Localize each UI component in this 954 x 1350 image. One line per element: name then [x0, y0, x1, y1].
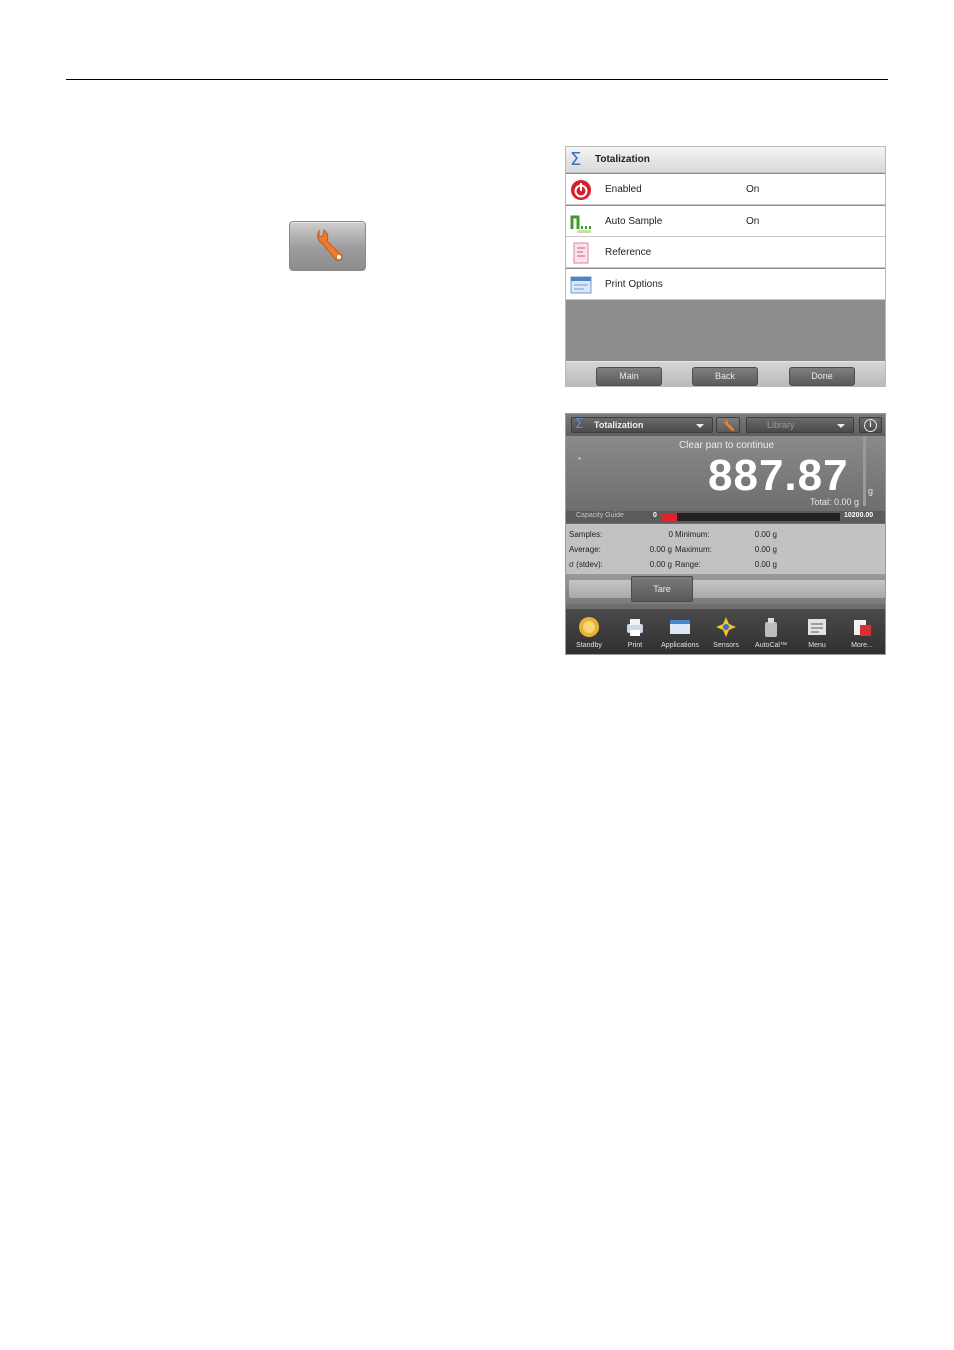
weight-display: Clear pan to continue * 887.87 g Total: …	[566, 436, 885, 510]
chevron-down-icon	[837, 424, 845, 428]
more-icon	[854, 620, 871, 636]
setting-row-reference[interactable]: Reference	[566, 237, 885, 268]
statistics-panel: Samples: 0 Average: 0.00 g σ (stdev): 0.…	[566, 524, 885, 574]
display-divider	[863, 436, 866, 506]
stdev-label: σ (stdev):	[569, 560, 603, 569]
totalization-home-screen: Σ Totalization Library i Clear pan to co…	[565, 413, 886, 655]
nav-menu[interactable]: Menu	[794, 609, 840, 654]
nav-applications[interactable]: Applications	[657, 609, 703, 654]
nav-label: AutoCal™	[755, 642, 787, 649]
info-button[interactable]: i	[859, 417, 882, 433]
nav-label: More...	[851, 642, 873, 649]
settings-title: Totalization	[595, 154, 650, 165]
menu-icon	[808, 619, 826, 635]
weight-reading: 887.87	[708, 451, 849, 500]
sigma-icon: Σ	[570, 149, 582, 170]
nav-print[interactable]: Print	[612, 609, 658, 654]
nav-more[interactable]: More...	[839, 609, 885, 654]
setting-label: Auto Sample	[605, 216, 663, 227]
maximum-label: Maximum:	[675, 545, 712, 554]
nav-label: Sensors	[713, 642, 739, 649]
nav-label: Standby	[576, 642, 602, 649]
samples-value: 0	[668, 530, 673, 539]
library-dropdown[interactable]: Library	[746, 417, 854, 433]
sensors-icon	[716, 617, 736, 637]
library-label: Library	[767, 420, 795, 430]
bottom-nav: Standby Print Applications Sensors AutoC…	[566, 609, 885, 654]
setting-row-auto-sample[interactable]: Auto Sample On	[566, 206, 885, 237]
back-button[interactable]: Back	[692, 367, 758, 386]
info-icon: i	[864, 419, 877, 432]
nav-label: Print	[627, 642, 643, 649]
capacity-guide: Capacity Guide 0 10200.00	[566, 511, 885, 523]
capacity-max: 10200.00	[844, 512, 874, 519]
app-settings-button[interactable]	[716, 417, 740, 433]
weight-unit: g	[868, 486, 874, 496]
stdev-value: 0.00 g	[649, 560, 672, 569]
wrench-icon	[317, 229, 343, 262]
average-value: 0.00 g	[649, 545, 672, 554]
done-button[interactable]: Done	[789, 367, 855, 386]
capacity-track	[662, 513, 840, 521]
reference-icon	[573, 242, 589, 264]
setting-value: On	[746, 216, 760, 227]
action-strip	[569, 580, 885, 598]
totalization-settings-screen: Σ Totalization Enabled On Auto Sample On…	[565, 146, 886, 387]
setting-row-print-options[interactable]: Print Options	[566, 269, 885, 300]
capacity-fill	[662, 513, 678, 521]
settings-title-bar: Σ Totalization	[566, 147, 885, 173]
capacity-min: 0	[653, 512, 657, 519]
total-readout: Total: 0.00 g	[809, 497, 859, 507]
settings-button-bar: Main Back Done	[566, 361, 885, 386]
application-dropdown[interactable]: Σ Totalization	[571, 417, 713, 433]
samples-label: Samples:	[569, 530, 603, 539]
setting-label: Print Options	[605, 279, 663, 290]
nav-sensors[interactable]: Sensors	[703, 609, 749, 654]
status-message: Clear pan to continue	[678, 440, 775, 451]
main-button[interactable]: Main	[596, 367, 662, 386]
range-label: Range:	[675, 560, 701, 569]
minimum-value: 0.00 g	[754, 530, 777, 539]
wrench-icon	[723, 419, 735, 432]
printer-icon	[627, 619, 643, 636]
stability-indicator: *	[578, 456, 582, 465]
chevron-down-icon	[696, 424, 704, 428]
auto-sample-icon	[570, 215, 591, 233]
setup-wrench-button[interactable]	[289, 221, 366, 271]
setting-value: On	[746, 184, 760, 195]
setting-row-enabled[interactable]: Enabled On	[566, 174, 885, 205]
print-options-icon	[570, 276, 592, 294]
nav-label: Applications	[661, 642, 699, 649]
standby-icon	[579, 617, 599, 637]
nav-label: Menu	[808, 642, 826, 649]
setting-label: Reference	[605, 247, 652, 258]
action-bar: Tare	[566, 574, 885, 604]
page-top-rule	[66, 79, 888, 80]
application-name: Totalization	[594, 420, 644, 430]
capacity-label: Capacity Guide	[576, 512, 624, 519]
average-label: Average:	[569, 545, 601, 554]
autocal-weight-icon	[765, 618, 777, 637]
nav-standby[interactable]: Standby	[566, 609, 612, 654]
nav-autocal[interactable]: AutoCal™	[748, 609, 794, 654]
sigma-icon: Σ	[575, 417, 584, 432]
home-top-bar: Σ Totalization Library i	[566, 414, 885, 436]
maximum-value: 0.00 g	[754, 545, 777, 554]
power-icon	[571, 180, 591, 200]
range-value: 0.00 g	[754, 560, 777, 569]
minimum-label: Minimum:	[675, 530, 710, 539]
tare-button[interactable]: Tare	[631, 576, 693, 602]
setting-label: Enabled	[605, 184, 642, 195]
applications-icon	[670, 620, 690, 634]
